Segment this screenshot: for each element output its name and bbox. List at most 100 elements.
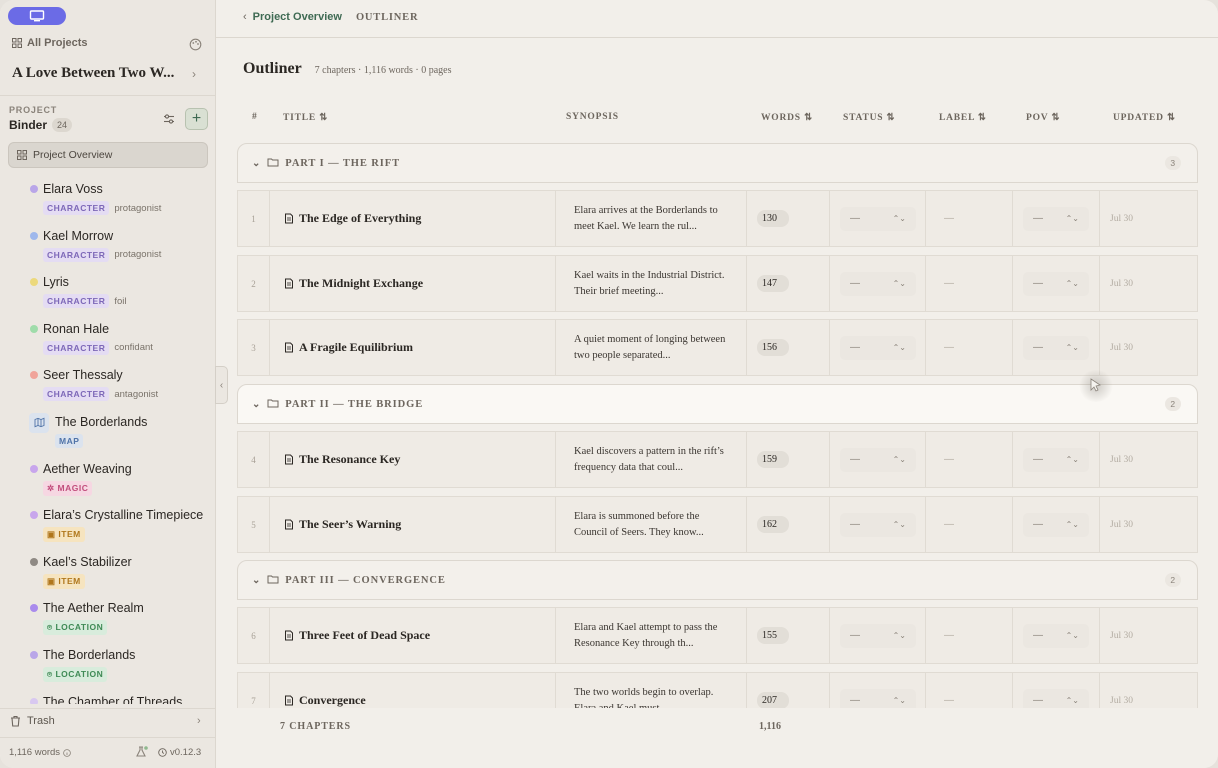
document-icon bbox=[285, 278, 293, 289]
flask-icon[interactable] bbox=[135, 745, 149, 763]
column-header-pov[interactable]: POV ⇅ bbox=[1026, 112, 1060, 123]
type-badge-label: MAGIC bbox=[57, 482, 89, 493]
binder-item[interactable]: Ronan Hale CHARACTER confidant bbox=[0, 316, 215, 363]
label-value[interactable]: — bbox=[944, 695, 954, 706]
updated-date: Jul 30 bbox=[1110, 342, 1133, 353]
status-select[interactable]: — ⌃⌄ bbox=[840, 335, 916, 360]
binder-item[interactable]: Seer Thessaly CHARACTER antagonist bbox=[0, 362, 215, 409]
column-header-words-label: WORDS bbox=[761, 113, 801, 123]
table-row[interactable]: 1 The Edge of Everything Elara arrives at … bbox=[237, 190, 1198, 247]
chapter-title[interactable]: The Seer’s Warning bbox=[299, 517, 401, 532]
table-cell-num: 4 bbox=[237, 431, 270, 488]
status-select[interactable]: — ⌃⌄ bbox=[840, 512, 916, 537]
chevron-down-icon[interactable]: ⌄ bbox=[252, 399, 261, 410]
updated-date: Jul 30 bbox=[1110, 278, 1133, 289]
table-row[interactable]: 2 The Midnight Exchange Kael waits in the … bbox=[237, 255, 1198, 312]
column-header-status[interactable]: STATUS ⇅ bbox=[843, 112, 895, 123]
label-value[interactable]: — bbox=[944, 213, 954, 224]
status-select[interactable]: — ⌃⌄ bbox=[840, 623, 916, 648]
chapter-synopsis[interactable]: A quiet moment of longing between two pe… bbox=[574, 332, 730, 364]
group-header[interactable]: ⌄ PART III — CONVERGENCE 2 bbox=[237, 560, 1198, 600]
workspace-button[interactable] bbox=[8, 7, 66, 25]
chevron-right-icon[interactable]: › bbox=[197, 715, 201, 727]
table-row[interactable]: 5 The Seer’s Warning Elara is summoned bef… bbox=[237, 496, 1198, 553]
project-overview-button[interactable]: Project Overview bbox=[8, 142, 208, 168]
group-header[interactable]: ⌄ PART I — THE RIFT 3 bbox=[237, 143, 1198, 183]
label-value[interactable]: — bbox=[944, 519, 954, 530]
table-row[interactable]: 3 A Fragile Equilibrium A quiet moment of … bbox=[237, 319, 1198, 376]
binder-item[interactable]: Kael’s Stabilizer ▣ ITEM bbox=[0, 549, 215, 596]
sort-icon: ⇅ bbox=[1051, 113, 1061, 123]
chapter-synopsis[interactable]: Elara arrives at the Borderlands to meet… bbox=[574, 203, 730, 235]
trash-link[interactable]: Trash bbox=[10, 715, 55, 727]
table-cell-num: 5 bbox=[237, 496, 270, 553]
pov-select[interactable]: — ⌃⌄ bbox=[1023, 447, 1089, 472]
label-value[interactable]: — bbox=[944, 454, 954, 465]
filter-sliders-icon[interactable] bbox=[162, 112, 176, 131]
pov-select[interactable]: — ⌃⌄ bbox=[1023, 335, 1089, 360]
column-header-words[interactable]: WORDS ⇅ bbox=[761, 112, 813, 123]
pov-value: — bbox=[1033, 342, 1043, 353]
type-badge-label: LOCATION bbox=[55, 622, 104, 633]
type-badge: CHARACTER bbox=[43, 247, 110, 262]
chevron-left-icon[interactable]: ‹ bbox=[243, 11, 247, 23]
column-header-updated[interactable]: UPDATED ⇅ bbox=[1113, 112, 1176, 123]
role-label: protagonist bbox=[114, 249, 162, 261]
binder-item[interactable]: Lyris CHARACTER foil bbox=[0, 269, 215, 316]
label-value[interactable]: — bbox=[944, 342, 954, 353]
color-dot bbox=[30, 324, 38, 333]
table-row[interactable]: 6 Three Feet of Dead Space Elara and Kael … bbox=[237, 607, 1198, 664]
info-icon[interactable] bbox=[63, 748, 71, 757]
binder-item[interactable]: Elara’s Crystalline Timepiece ▣ ITEM bbox=[0, 502, 215, 549]
chapter-synopsis[interactable]: Elara is summoned before the Council of … bbox=[574, 509, 730, 541]
status-select[interactable]: — ⌃⌄ bbox=[840, 447, 916, 472]
pov-select[interactable]: — ⌃⌄ bbox=[1023, 206, 1089, 231]
role-label: antagonist bbox=[114, 388, 159, 400]
chevron-down-icon[interactable]: ⌄ bbox=[252, 158, 261, 169]
word-count-badge: 162 bbox=[757, 516, 789, 533]
binder-item[interactable]: The Chamber of Threads⌾ LOCATION bbox=[0, 689, 215, 704]
pov-select[interactable]: — ⌃⌄ bbox=[1023, 271, 1089, 296]
status-select[interactable]: — ⌃⌄ bbox=[840, 206, 916, 231]
chapter-title[interactable]: The Edge of Everything bbox=[299, 211, 421, 226]
chapter-title[interactable]: The Resonance Key bbox=[299, 452, 400, 467]
chapter-synopsis[interactable]: Elara and Kael attempt to pass the Reson… bbox=[574, 620, 730, 652]
chapter-title[interactable]: Three Feet of Dead Space bbox=[299, 628, 430, 643]
monitor-icon bbox=[29, 10, 45, 22]
table-cell-up: Jul 30 bbox=[1099, 431, 1198, 488]
binder-item[interactable]: Kael Morrow CHARACTER protagonist bbox=[0, 223, 215, 270]
label-value[interactable]: — bbox=[944, 278, 954, 289]
column-header-title[interactable]: TITLE ⇅ bbox=[283, 112, 328, 123]
pov-select[interactable]: — ⌃⌄ bbox=[1023, 623, 1089, 648]
pov-select[interactable]: — ⌃⌄ bbox=[1023, 512, 1089, 537]
project-title[interactable]: A Love Between Two W... bbox=[12, 65, 187, 82]
binder-item[interactable]: Aether Weaving ✲ MAGIC bbox=[0, 456, 215, 503]
version-info[interactable]: v0.12.3 bbox=[158, 747, 201, 758]
chapter-title[interactable]: The Midnight Exchange bbox=[299, 276, 423, 291]
table-row[interactable]: 4 The Resonance Key Kael discovers a patte… bbox=[237, 431, 1198, 488]
label-value[interactable]: — bbox=[944, 630, 954, 641]
chapter-title[interactable]: A Fragile Equilibrium bbox=[299, 340, 413, 355]
binder-item[interactable]: Elara Voss CHARACTER protagonist bbox=[0, 176, 215, 223]
status-select[interactable]: — ⌃⌄ bbox=[840, 271, 916, 296]
app-window: All Projects A Love Between Two W... › P… bbox=[0, 0, 1218, 768]
palette-icon[interactable] bbox=[189, 38, 202, 56]
chevron-down-icon[interactable]: ⌄ bbox=[252, 575, 261, 586]
add-item-button[interactable]: + bbox=[185, 108, 208, 130]
column-header-label[interactable]: LABEL ⇅ bbox=[939, 112, 987, 123]
chapter-synopsis[interactable]: Kael discovers a pattern in the rift’s f… bbox=[574, 444, 730, 476]
binder-item[interactable]: The Borderlands MAP bbox=[0, 409, 215, 456]
all-projects-link[interactable]: All Projects bbox=[12, 37, 88, 49]
binder-item[interactable]: The Borderlands ⌾ LOCATION bbox=[0, 642, 215, 689]
group-header[interactable]: ⌄ PART II — THE BRIDGE 2 bbox=[237, 384, 1198, 424]
binder-item[interactable]: The Aether Realm ⌾ LOCATION bbox=[0, 595, 215, 642]
folder-icon bbox=[267, 157, 279, 170]
binder-item-tags: CHARACTER foil bbox=[43, 294, 127, 309]
document-icon bbox=[285, 213, 293, 224]
binder-item-name: The Borderlands bbox=[43, 647, 136, 662]
chevron-right-icon[interactable]: › bbox=[192, 67, 196, 81]
breadcrumb-back-link[interactable]: Project Overview bbox=[253, 11, 342, 23]
chapter-synopsis[interactable]: Kael waits in the Industrial District. T… bbox=[574, 268, 730, 300]
section-label: PROJECT bbox=[9, 105, 58, 115]
chapter-title[interactable]: Convergence bbox=[299, 693, 366, 708]
